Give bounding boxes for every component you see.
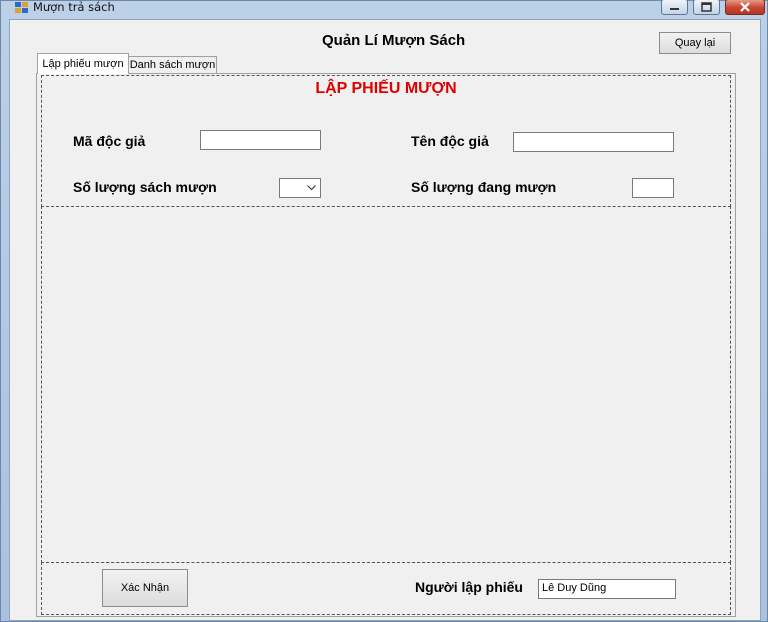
minimize-button[interactable]	[661, 0, 688, 15]
close-button[interactable]	[725, 0, 765, 15]
confirm-button[interactable]: Xác Nhận	[102, 569, 188, 607]
page-title: Quản Lí Mượn Sách	[322, 32, 466, 49]
chevron-down-icon	[307, 185, 316, 191]
section-title: LẬP PHIẾU MƯỢN	[315, 80, 457, 97]
window: Mượn trả sách Quản Lí Mượn Sách Quay lại…	[0, 0, 768, 622]
reader-name-label: Tên độc giả	[411, 133, 489, 149]
maximize-icon	[701, 2, 712, 12]
creator-label: Người lập phiếu	[415, 579, 523, 595]
maximize-button[interactable]	[693, 0, 720, 15]
form-client-area: Quản Lí Mượn Sách Quay lại Lập phiếu mượ…	[9, 19, 761, 621]
borrow-qty-label: Số lượng sách mượn	[73, 179, 217, 195]
tab-create-loan[interactable]: Lập phiếu mượn	[37, 53, 129, 74]
window-title: Mượn trả sách	[33, 0, 115, 14]
creator-input[interactable]: Lê Duy Dũng	[538, 579, 676, 599]
borrow-qty-select[interactable]	[279, 178, 321, 198]
reader-name-input[interactable]	[513, 132, 674, 152]
tab-loan-list[interactable]: Danh sách mượn	[129, 56, 217, 74]
close-icon	[740, 2, 750, 12]
current-qty-input[interactable]	[632, 178, 674, 198]
footer-group: Xác Nhận Người lập phiếu Lê Duy Dũng	[41, 562, 731, 615]
back-button[interactable]: Quay lại	[659, 32, 731, 54]
book-list-area	[41, 206, 731, 563]
current-qty-label: Số lượng đang mượn	[411, 179, 557, 195]
title-bar[interactable]: Mượn trả sách	[1, 0, 767, 17]
minimize-icon	[670, 8, 679, 10]
reader-info-group: LẬP PHIẾU MƯỢN Mã độc giả Tên độc giả Số…	[41, 75, 731, 207]
app-icon	[15, 2, 28, 13]
tab-panel: LẬP PHIẾU MƯỢN Mã độc giả Tên độc giả Số…	[36, 73, 736, 617]
reader-id-label: Mã độc giả	[73, 133, 146, 149]
reader-id-input[interactable]	[200, 130, 321, 150]
